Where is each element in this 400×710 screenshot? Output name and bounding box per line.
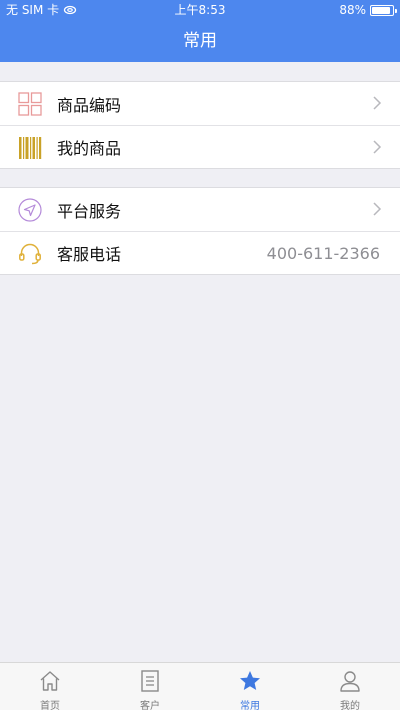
home-icon xyxy=(40,671,60,691)
menu-item-label: 平台服务 xyxy=(57,201,122,221)
document-icon xyxy=(141,670,159,692)
barcode-icon xyxy=(19,137,42,159)
tab-bar: 首页 客户 常用 我的 xyxy=(0,662,400,710)
tab-label: 首页 xyxy=(40,701,60,710)
menu-item-product-code[interactable]: 商品编码 xyxy=(0,82,400,125)
top-bar: 无 SIM 卡 上午8:53 88% 常用 xyxy=(0,0,400,62)
battery-percent: 88% xyxy=(339,3,366,17)
tab-home[interactable]: 首页 xyxy=(0,663,100,710)
menu-item-customer-hotline[interactable]: 客服电话 400-611-2366 xyxy=(0,231,400,274)
chevron-right-icon xyxy=(373,202,382,216)
menu-item-platform-service[interactable]: 平台服务 xyxy=(0,188,400,231)
tab-label: 客户 xyxy=(140,701,160,710)
status-bar: 无 SIM 卡 上午8:53 88% xyxy=(0,0,400,20)
hotline-number[interactable]: 400-611-2366 xyxy=(267,244,380,263)
menu-item-my-products[interactable]: 我的商品 xyxy=(0,125,400,168)
tab-customer[interactable]: 客户 xyxy=(100,663,200,710)
tab-mine[interactable]: 我的 xyxy=(300,663,400,710)
tab-label: 常用 xyxy=(240,701,260,710)
menu-group-1: 商品编码 我的商品 xyxy=(0,81,400,169)
star-icon xyxy=(240,671,260,690)
battery-fill xyxy=(372,6,390,14)
battery-icon xyxy=(370,4,397,16)
page-title: 常用 xyxy=(183,31,217,51)
grid-icon xyxy=(18,92,42,116)
menu-group-2: 平台服务 客服电话 400-611-2366 xyxy=(0,187,400,275)
battery-info: 88% xyxy=(339,0,397,20)
menu-item-label: 客服电话 xyxy=(57,245,122,264)
menu-item-label: 商品编码 xyxy=(57,95,122,115)
tab-label: 我的 xyxy=(340,701,360,710)
menu-item-label: 我的商品 xyxy=(57,139,122,158)
send-icon xyxy=(18,198,42,222)
chevron-right-icon xyxy=(373,140,382,154)
tab-favorites[interactable]: 常用 xyxy=(200,663,300,710)
headset-icon xyxy=(19,243,41,265)
person-icon xyxy=(340,671,360,692)
chevron-right-icon xyxy=(373,96,382,110)
